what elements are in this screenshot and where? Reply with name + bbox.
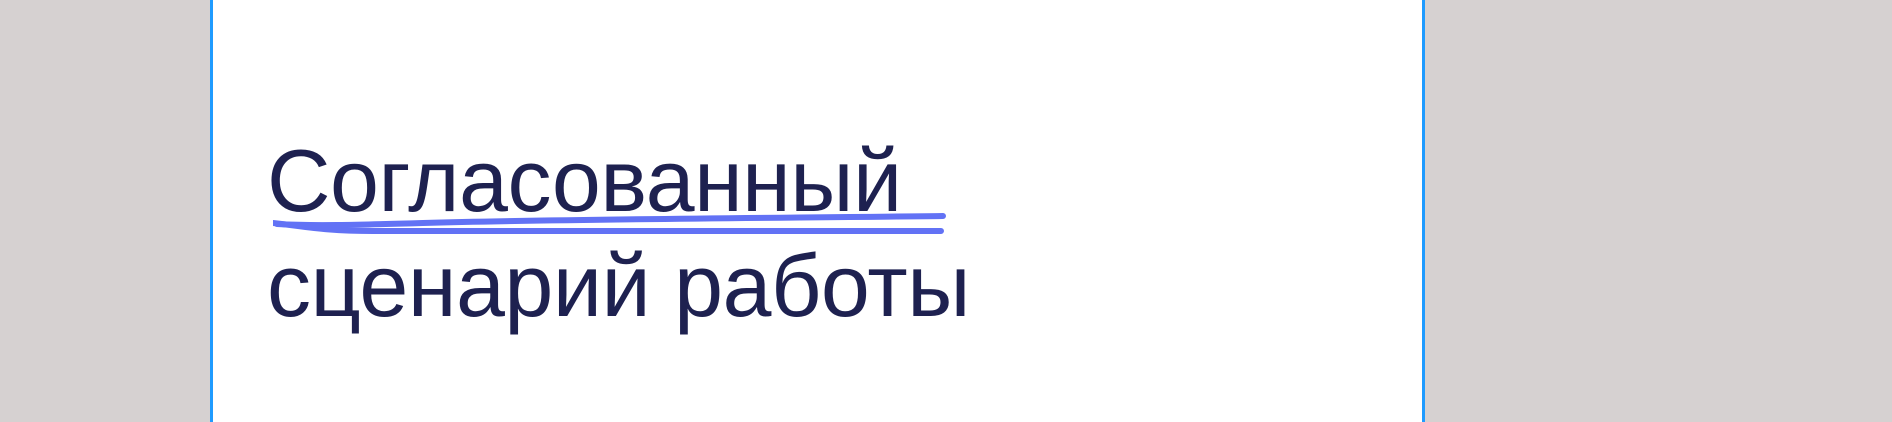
hand-drawn-underline	[273, 213, 946, 234]
slide-frame[interactable]: Согласованный сценарий работы	[210, 0, 1425, 422]
heading-line-2: сценарий работы	[267, 236, 970, 335]
underline-stroke-top	[274, 213, 946, 229]
